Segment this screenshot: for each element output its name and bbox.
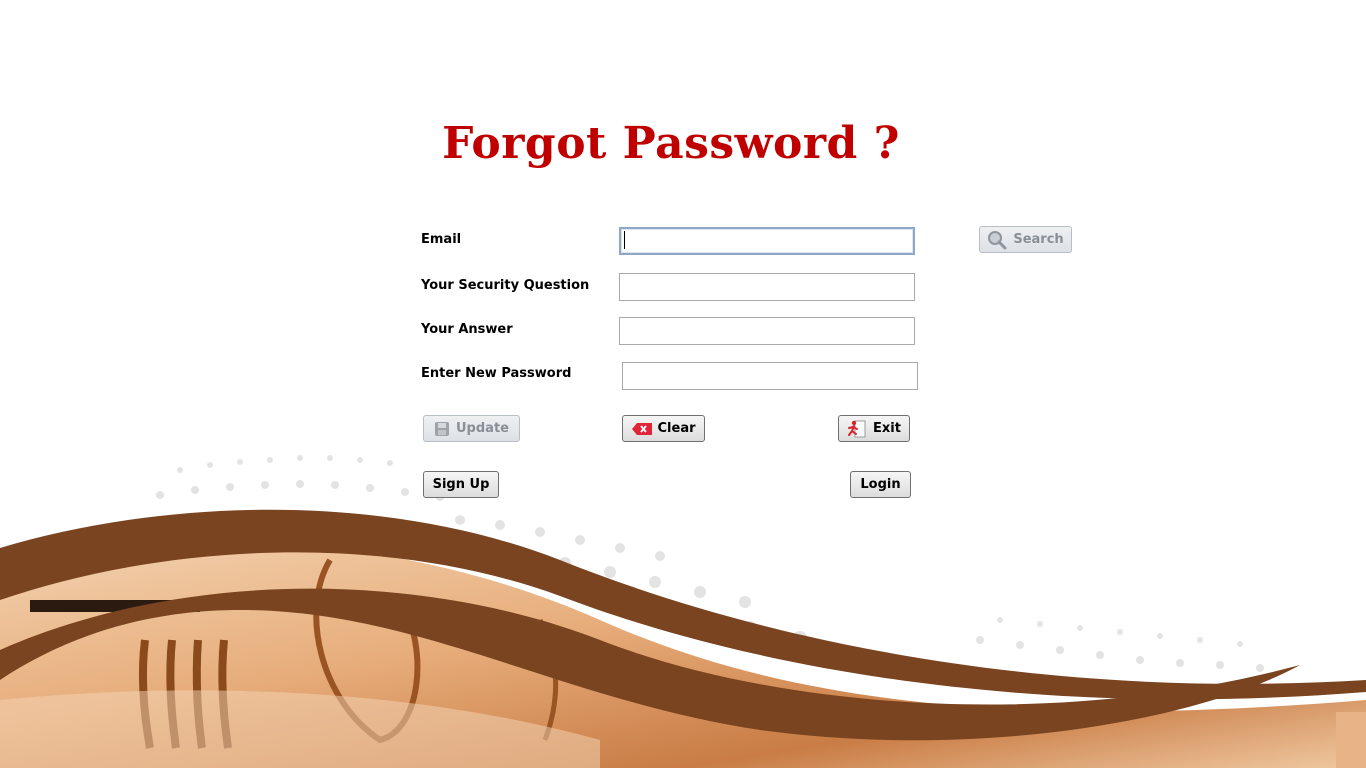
login-button[interactable]: Login <box>850 471 911 498</box>
new-password-field[interactable] <box>622 362 918 390</box>
page-title: Forgot Password ? <box>442 118 900 169</box>
security-question-field[interactable] <box>619 273 915 301</box>
signup-button[interactable]: Sign Up <box>423 471 499 498</box>
new-password-label: Enter New Password <box>421 366 572 381</box>
clear-button-label: Clear <box>657 421 696 436</box>
exit-button[interactable]: Exit <box>838 415 910 442</box>
floppy-disk-icon <box>434 421 450 437</box>
answer-label: Your Answer <box>421 322 513 337</box>
magnifier-icon <box>987 230 1007 250</box>
signup-button-label: Sign Up <box>432 477 490 492</box>
update-button-label: Update <box>456 421 509 436</box>
search-button[interactable]: Search <box>979 226 1072 253</box>
eraser-x-icon <box>631 422 652 435</box>
clear-button[interactable]: Clear <box>622 415 705 442</box>
answer-field[interactable] <box>619 317 915 345</box>
search-button-label: Search <box>1013 232 1064 247</box>
exit-door-icon <box>847 419 867 439</box>
exit-button-label: Exit <box>873 421 901 436</box>
security-question-label: Your Security Question <box>421 278 590 293</box>
email-label: Email <box>421 232 462 247</box>
forgot-password-window: Forgot Password ? Email Your Security Qu… <box>0 0 1366 768</box>
text-caret <box>624 231 625 249</box>
update-button[interactable]: Update <box>423 415 520 442</box>
email-field[interactable] <box>619 227 915 255</box>
login-button-label: Login <box>860 477 901 492</box>
